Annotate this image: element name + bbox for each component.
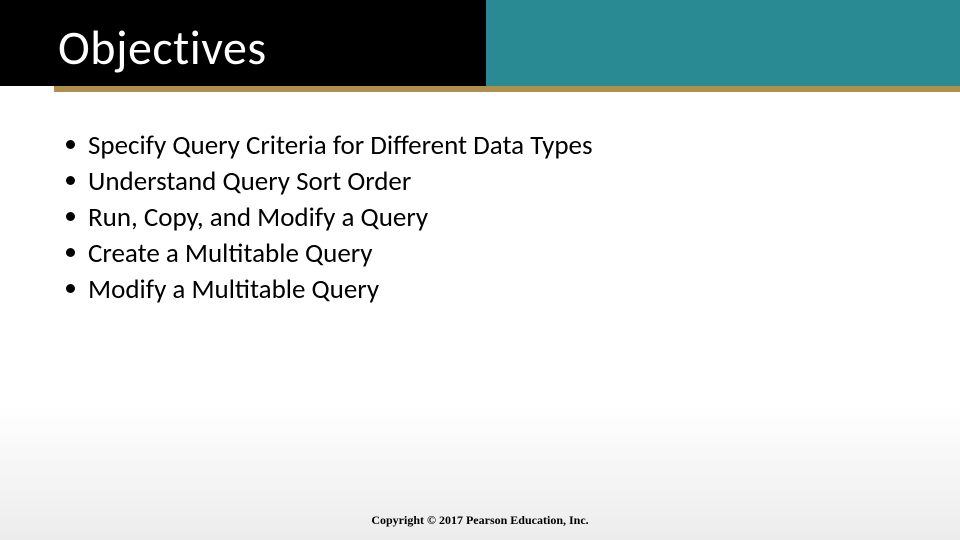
slide-title: Objectives <box>58 18 267 77</box>
list-item: Specify Query Criteria for Different Dat… <box>66 128 910 163</box>
copyright-text: Copyright © 2017 Pearson Education, Inc. <box>0 513 960 528</box>
list-item: Create a Multitable Query <box>66 236 910 271</box>
list-item: Run, Copy, and Modify a Query <box>66 200 910 235</box>
title-underline <box>54 86 960 92</box>
objective-list: Specify Query Criteria for Different Dat… <box>66 128 910 308</box>
list-item: Modify a Multitable Query <box>66 272 910 307</box>
list-item: Understand Query Sort Order <box>66 164 910 199</box>
